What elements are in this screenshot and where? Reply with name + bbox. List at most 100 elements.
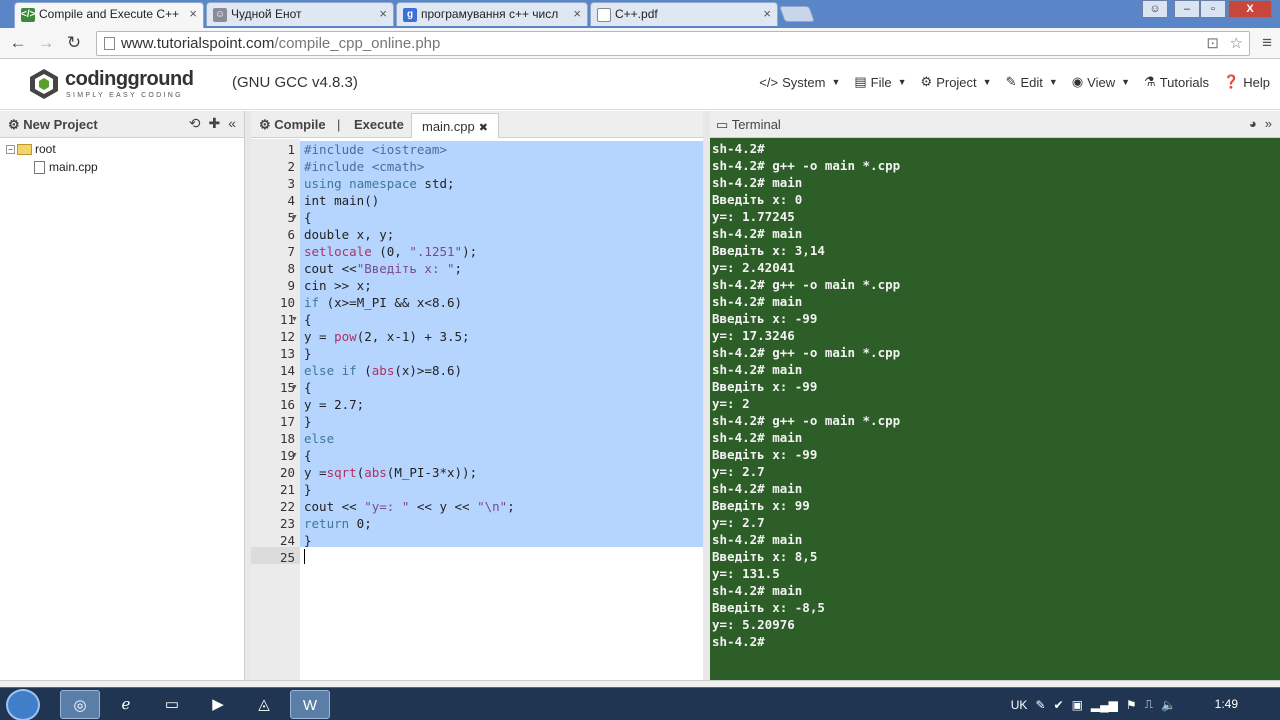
expand-toggle-icon[interactable]: − — [6, 145, 15, 155]
window-close-button[interactable]: X — [1228, 0, 1272, 18]
browser-tab-pdf[interactable]: C++.pdf × — [590, 2, 778, 26]
code-line: { — [304, 448, 312, 463]
forward-icon[interactable]: → — [34, 32, 58, 54]
tutorials-icon: ⚗ — [1144, 74, 1156, 89]
terminal-line: y=: 17.3246 — [712, 328, 795, 343]
close-icon[interactable]: × — [573, 6, 581, 21]
explorer-folder-icon[interactable]: ▭ — [152, 690, 192, 719]
volume-icon[interactable]: 🔈 — [1161, 698, 1176, 712]
menu-view[interactable]: ◉ View ▼ — [1072, 74, 1130, 90]
pen-icon[interactable]: ✎ — [1035, 698, 1045, 712]
translate-icon[interactable]: ⊡ — [1206, 34, 1219, 52]
chrome-icon[interactable]: ◎ — [60, 690, 100, 719]
browser-tab-raccoon[interactable]: ☺ Чудной Енот × — [206, 2, 394, 26]
line-number: 5 — [287, 210, 295, 225]
line-number: 17 — [279, 414, 295, 429]
back-icon[interactable]: ← — [6, 32, 30, 54]
editor-tab-main-cpp[interactable]: main.cpp ✖ — [411, 113, 499, 138]
line-number: 9 — [287, 278, 295, 293]
code-line: double x, y; — [304, 227, 395, 242]
signal-icon[interactable]: ▂▄▆ — [1091, 698, 1118, 712]
usb-icon[interactable]: ⎍ — [1145, 697, 1153, 712]
code-line: #include <iostream> — [304, 142, 447, 157]
terminal-line: Введіть x: 0 — [712, 192, 803, 207]
code-line: { — [304, 312, 312, 327]
new-project-button[interactable]: ⚙ New Project — [8, 117, 98, 133]
close-icon[interactable]: ✖ — [479, 122, 488, 134]
terminal-line: sh-4.2# g++ -o main *.cpp — [712, 413, 901, 428]
line-number: 15 — [279, 380, 295, 395]
app-icon[interactable]: ◬ — [244, 690, 284, 719]
tree-folder-root[interactable]: − root — [6, 141, 244, 159]
line-number: 22 — [279, 499, 295, 514]
browser-tab-google[interactable]: g програмування с++ числ × — [396, 2, 588, 26]
terminal-line: y=: 2.42041 — [712, 260, 795, 275]
terminal-line: Введіть x: -99 — [712, 311, 818, 326]
expand-icon[interactable]: » — [1265, 116, 1272, 131]
logo-mark-icon — [30, 69, 58, 99]
refresh-icon[interactable]: ⟲ — [189, 115, 201, 132]
fold-toggle-icon[interactable]: ▼ — [291, 316, 298, 323]
terminal-line: y=: 1.77245 — [712, 209, 795, 224]
browser-tab-title: Чудной Енот — [231, 7, 302, 21]
right-splitter[interactable] — [703, 111, 710, 680]
internet-explorer-icon[interactable]: ℯ — [106, 690, 146, 719]
menu-help[interactable]: ❓ Help — [1223, 74, 1270, 90]
execute-button[interactable]: Execute — [354, 117, 404, 132]
media-player-icon[interactable]: ▶ — [198, 690, 238, 719]
code-line: { — [304, 210, 312, 225]
line-number: 25 — [279, 550, 295, 565]
menu-tutorials[interactable]: ⚗ Tutorials — [1144, 74, 1209, 90]
line-number: 10 — [279, 295, 295, 310]
start-button[interactable] — [6, 689, 40, 720]
collapse-icon[interactable]: « — [228, 115, 236, 132]
close-icon[interactable]: × — [189, 6, 197, 21]
minimize-button[interactable]: – — [1174, 0, 1200, 18]
editor-toolbar: ⚙ Compile | Execute main.cpp ✖ — [251, 111, 703, 138]
add-icon[interactable]: ✚ — [208, 115, 220, 132]
terminal-line: Введіть x: -8,5 — [712, 600, 825, 615]
fold-toggle-icon[interactable]: ▼ — [291, 214, 298, 221]
code-area[interactable]: #include <iostream> #include <cmath> using… — [300, 139, 703, 680]
codingground-logo[interactable]: codingground SIMPLY EASY CODING — [28, 66, 203, 106]
menu-project[interactable]: ⚙ Project ▼ — [921, 74, 992, 90]
terminal-line: y=: 5.20976 — [712, 617, 795, 632]
language-indicator[interactable]: UK — [1011, 698, 1028, 712]
terminal-line: sh-4.2# main — [712, 430, 803, 445]
bookmark-star-icon[interactable]: ☆ — [1230, 34, 1243, 52]
terminal-line: y=: 2.7 — [712, 515, 765, 530]
globe-icon[interactable]: ◕ — [1249, 116, 1257, 131]
line-number: 2 — [287, 159, 295, 174]
browser-tab-compile[interactable]: </> Compile and Execute C++ × — [14, 2, 204, 28]
logo-tagline: SIMPLY EASY CODING — [66, 92, 183, 99]
fold-toggle-icon[interactable]: ▼ — [291, 384, 298, 391]
new-tab-button[interactable] — [779, 6, 815, 22]
address-bar[interactable]: www.tutorialspoint.com/compile_cpp_onlin… — [96, 31, 1250, 56]
terminal-line: sh-4.2# — [712, 634, 765, 649]
compile-button[interactable]: ⚙ Compile — [259, 117, 326, 133]
reload-icon[interactable]: ↻ — [62, 32, 86, 54]
browser-menu-icon[interactable]: ≡ — [1262, 33, 1272, 53]
terminal-output[interactable]: sh-4.2# sh-4.2# g++ -o main *.cpp sh-4.2# … — [712, 140, 1280, 680]
word-icon[interactable]: W — [290, 690, 330, 719]
code-line: return 0; — [304, 516, 372, 531]
menu-system[interactable]: </> System ▼ — [759, 74, 840, 90]
menu-file[interactable]: ▤ File ▼ — [854, 74, 906, 90]
check-icon[interactable]: ✔ — [1054, 698, 1064, 712]
top-menu: </> System ▼ ▤ File ▼ ⚙ Project ▼ ✎ Edit ▼ ◉ View… — [759, 74, 1270, 90]
fold-toggle-icon[interactable]: ▼ — [291, 452, 298, 459]
code-icon: </> — [21, 8, 36, 22]
monitor-icon[interactable]: ▣ — [1072, 698, 1083, 712]
menu-edit[interactable]: ✎ Edit ▼ — [1006, 74, 1058, 90]
close-icon[interactable]: × — [379, 6, 387, 21]
terminal-title: ▭ Terminal — [716, 117, 781, 132]
line-number: 20 — [279, 465, 295, 480]
flag-icon[interactable]: ⚑ — [1126, 698, 1137, 712]
close-icon[interactable]: × — [763, 6, 771, 21]
clock[interactable]: 1:49 — [1215, 697, 1238, 711]
maximize-button[interactable]: ▫ — [1200, 0, 1226, 18]
tree-file-main-cpp[interactable]: main.cpp — [6, 159, 244, 177]
browser-tab-strip: </> Compile and Execute C++ × ☺ Чудной Е… — [0, 0, 1280, 28]
user-icon[interactable]: ☺ — [1142, 0, 1168, 18]
line-number: 8 — [287, 261, 295, 276]
